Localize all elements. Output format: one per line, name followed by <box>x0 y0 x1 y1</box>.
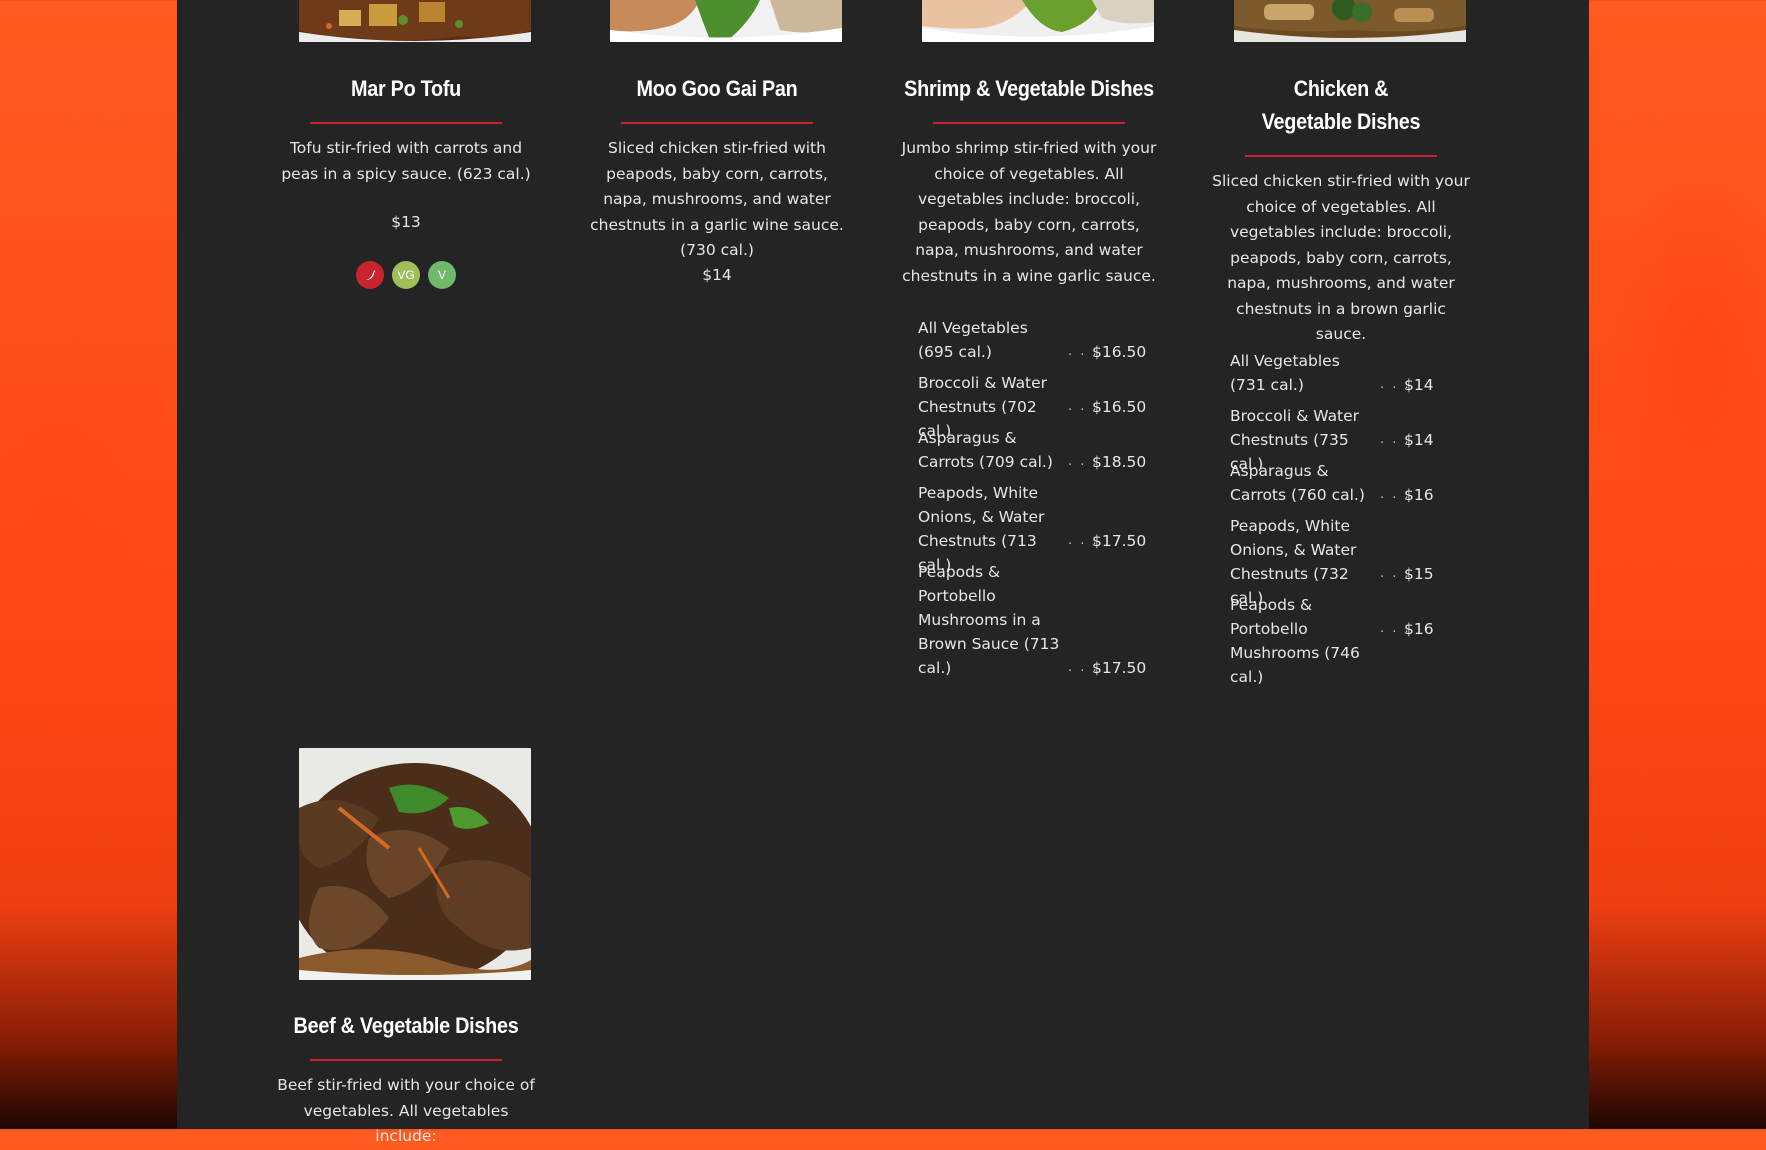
option-name: Peapods & Portobello Mushrooms (746 cal.… <box>1230 596 1360 686</box>
chili-pepper-icon <box>356 261 384 289</box>
option-price: $17.50 <box>1092 659 1147 677</box>
dish-title: Moo Goo Gai Pan <box>636 76 798 101</box>
diet-badges: VG V <box>276 261 536 289</box>
dish-title: Shrimp & Vegetable Dishes <box>904 76 1154 101</box>
option-name: Asparagus & Carrots (760 cal.) <box>1230 462 1365 504</box>
list-item: Peapods & Portobello Mushrooms in a Brow… <box>918 560 1148 680</box>
dish-description: Sliced chicken stir-fried with peapods, … <box>590 139 844 259</box>
dish-photo <box>299 0 531 42</box>
option-price: $16 <box>1404 486 1434 504</box>
list-item: All Vegetables (695 cal.) . . . $16.50 <box>918 316 1148 364</box>
list-item: Peapods, White Onions, & Water Chestnuts… <box>1230 514 1460 607</box>
list-item: Peapods, White Onions, & Water Chestnuts… <box>918 481 1148 574</box>
list-item: Broccoli & Water Chestnuts (702 cal.) . … <box>918 371 1148 440</box>
dish-description: Sliced chicken stir-fried with your choi… <box>1212 172 1470 343</box>
dish-photo <box>1234 0 1466 42</box>
list-item: Peapods & Portobello Mushrooms (746 cal.… <box>1230 593 1460 686</box>
dish-price: $14 <box>702 266 732 284</box>
option-price: $15 <box>1404 565 1434 583</box>
option-name: Peapods & Portobello Mushrooms in a Brow… <box>918 563 1060 677</box>
title-divider <box>310 122 502 124</box>
title-divider <box>621 122 813 124</box>
list-item: All Vegetables (731 cal.) . . . $14 <box>1230 349 1460 397</box>
dish-photo <box>610 0 842 42</box>
option-price: $16.50 <box>1092 398 1147 416</box>
vegetarian-badge: V <box>428 261 456 289</box>
option-name: All Vegetables (731 cal.) <box>1230 352 1340 394</box>
title-divider <box>933 122 1125 124</box>
list-item: Broccoli & Water Chestnuts (735 cal.) . … <box>1230 404 1460 473</box>
vegan-badge: VG <box>392 261 420 289</box>
dish-title: Chicken & Vegetable Dishes <box>1261 76 1421 134</box>
option-price: $16.50 <box>1092 343 1147 361</box>
title-divider <box>310 1059 502 1061</box>
list-item: Asparagus & Carrots (760 cal.) . . . $16 <box>1230 459 1460 507</box>
option-price: $14 <box>1404 376 1434 394</box>
dish-title: Mar Po Tofu <box>351 76 461 101</box>
option-name: All Vegetables (695 cal.) <box>918 319 1028 361</box>
option-price: $17.50 <box>1092 532 1147 550</box>
dish-price: $13 <box>391 213 421 231</box>
option-price: $18.50 <box>1092 453 1147 471</box>
dish-description: Jumbo shrimp stir-fried with your choice… <box>901 139 1157 285</box>
title-divider <box>1245 155 1437 157</box>
option-price: $16 <box>1404 620 1434 638</box>
dish-photo <box>922 0 1154 42</box>
option-name: Asparagus & Carrots (709 cal.) <box>918 429 1053 471</box>
dish-title: Beef & Vegetable Dishes <box>293 1013 519 1038</box>
menu-panel: Mar Po Tofu Tofu stir-fried with carrots… <box>177 0 1589 1145</box>
dish-description: Tofu stir-fried with carrots and peas in… <box>281 139 531 183</box>
dish-photo <box>299 748 531 980</box>
list-item: Asparagus & Carrots (709 cal.) . . . $18… <box>918 426 1148 474</box>
dish-description: Beef stir-fried with your choice of vege… <box>277 1076 535 1145</box>
option-price: $14 <box>1404 431 1434 449</box>
